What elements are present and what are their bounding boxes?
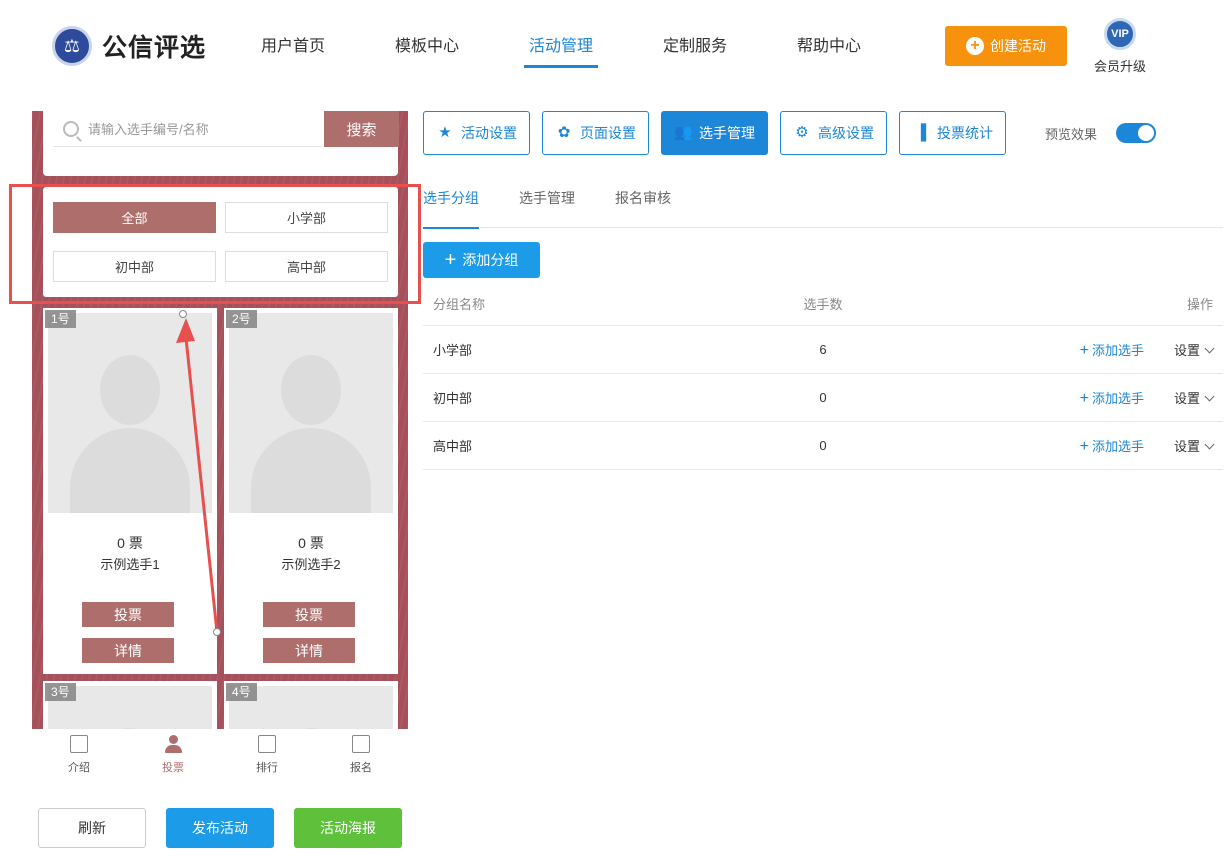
flower-icon: ✿ xyxy=(557,124,571,141)
add-contestant-label: 添加选手 xyxy=(1091,438,1144,454)
add-group-button[interactable]: + 添加分组 xyxy=(423,242,540,278)
settings-dropdown[interactable]: 设置 xyxy=(1173,388,1215,407)
advanced-settings-label: 高级设置 xyxy=(818,125,874,141)
star-icon: ★ xyxy=(438,124,452,141)
activity-poster-button[interactable]: 活动海报 xyxy=(294,808,402,848)
preview-toggle-row: 预览效果 xyxy=(1045,123,1157,143)
row-actions: + 添加选手 设置 xyxy=(923,340,1223,360)
header-actions: 操作 xyxy=(1186,297,1213,312)
settings-label: 设置 xyxy=(1173,439,1200,454)
subtabs: 选手分组 选手管理 报名审核 xyxy=(423,182,1223,229)
advanced-settings-button[interactable]: ⚙ 高级设置 xyxy=(780,111,887,155)
contestant-count: 0 xyxy=(819,390,827,405)
table-row: 初中部 0 + 添加选手 设置 xyxy=(423,374,1223,422)
table-row: 高中部 0 + 添加选手 设置 xyxy=(423,422,1223,470)
plus-icon: + xyxy=(1079,437,1089,455)
row-actions: + 添加选手 设置 xyxy=(923,436,1223,456)
vote-statistics-button[interactable]: ▐ 投票统计 xyxy=(899,111,1006,155)
chevron-down-icon xyxy=(1204,391,1215,402)
vote-statistics-label: 投票统计 xyxy=(937,125,993,141)
tab-contestant-groups[interactable]: 选手分组 xyxy=(423,182,479,229)
table-row: 小学部 6 + 添加选手 设置 xyxy=(423,326,1223,374)
group-name: 小学部 xyxy=(433,343,473,358)
header-count: 选手数 xyxy=(803,297,843,312)
gear-list-icon: ⚙ xyxy=(795,124,809,141)
page-settings-label: 页面设置 xyxy=(580,125,636,141)
preview-toggle[interactable] xyxy=(1116,123,1157,143)
row-actions: + 添加选手 设置 xyxy=(923,388,1223,408)
bottom-actions: 刷新 发布活动 活动海报 xyxy=(38,808,402,848)
users-icon: 👥 xyxy=(674,124,693,141)
plus-icon: + xyxy=(1079,341,1089,359)
settings-dropdown[interactable]: 设置 xyxy=(1173,436,1215,455)
add-contestant-link[interactable]: + 添加选手 xyxy=(1080,388,1144,408)
settings-label: 设置 xyxy=(1173,343,1200,358)
add-contestant-link[interactable]: + 添加选手 xyxy=(1080,340,1144,360)
plus-icon: + xyxy=(1079,389,1089,407)
refresh-button[interactable]: 刷新 xyxy=(38,808,146,848)
group-table: 分组名称 选手数 操作 小学部 6 + 添加选手 设置 初中部 0 + 添加选手 设… xyxy=(423,282,1223,470)
contestant-management-label: 选手管理 xyxy=(699,125,755,141)
activity-settings-label: 活动设置 xyxy=(461,125,517,141)
activity-settings-button[interactable]: ★ 活动设置 xyxy=(423,111,530,155)
table-header: 分组名称 选手数 操作 xyxy=(423,282,1223,326)
page-settings-button[interactable]: ✿ 页面设置 xyxy=(542,111,649,155)
tab-contestant-management[interactable]: 选手管理 xyxy=(519,182,575,228)
chevron-down-icon xyxy=(1204,439,1215,450)
settings-label: 设置 xyxy=(1173,391,1200,406)
add-contestant-label: 添加选手 xyxy=(1091,342,1144,358)
group-name: 初中部 xyxy=(433,391,473,406)
contestant-count: 0 xyxy=(819,438,827,453)
bar-chart-icon: ▐ xyxy=(915,124,927,141)
add-contestant-link[interactable]: + 添加选手 xyxy=(1080,436,1144,456)
group-name: 高中部 xyxy=(433,439,473,454)
settings-toolbar: ★ 活动设置 ✿ 页面设置 👥 选手管理 ⚙ 高级设置 ▐ 投票统计 xyxy=(423,111,1006,155)
tab-signup-review[interactable]: 报名审核 xyxy=(615,182,671,228)
preview-label: 预览效果 xyxy=(1045,126,1098,142)
contestant-count: 6 xyxy=(819,342,827,357)
add-contestant-label: 添加选手 xyxy=(1091,390,1144,406)
settings-dropdown[interactable]: 设置 xyxy=(1173,340,1215,359)
publish-activity-button[interactable]: 发布活动 xyxy=(166,808,274,848)
add-group-label: 添加分组 xyxy=(462,252,519,268)
plus-icon: + xyxy=(444,249,457,271)
contestant-management-button[interactable]: 👥 选手管理 xyxy=(661,111,768,155)
chevron-down-icon xyxy=(1204,343,1215,354)
header-group-name: 分组名称 xyxy=(433,297,486,312)
